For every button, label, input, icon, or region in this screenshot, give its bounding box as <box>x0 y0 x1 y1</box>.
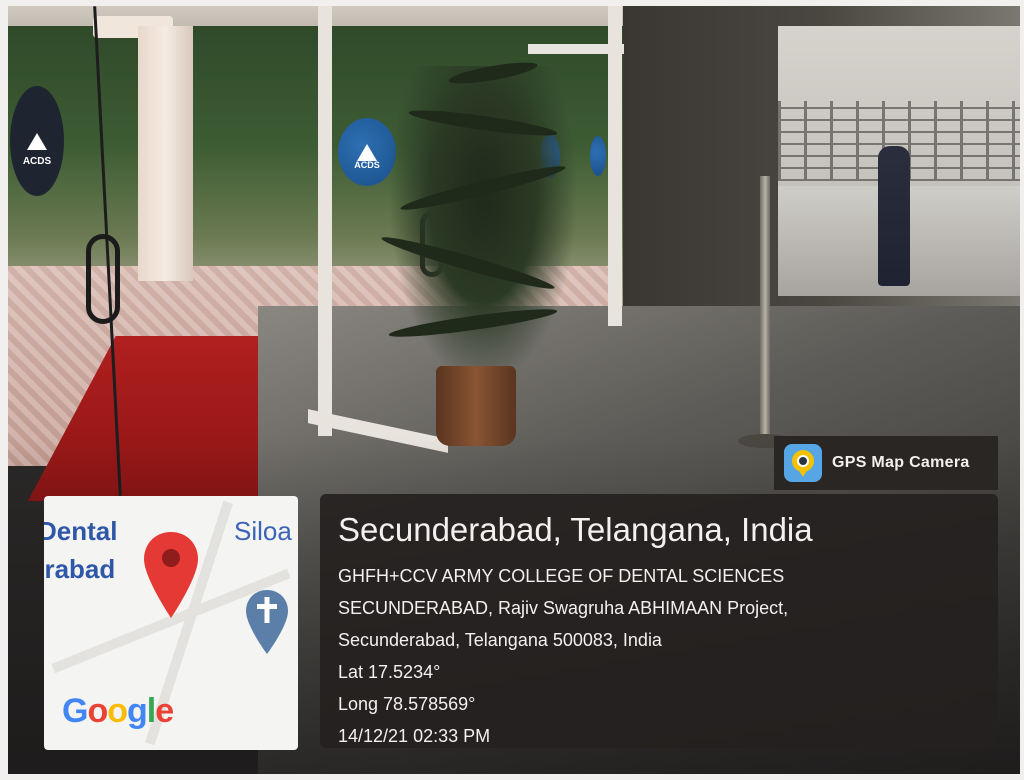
location-info-panel: Secunderabad, Telangana, India GHFH+CCV … <box>320 494 998 748</box>
photo-frame: ACDS ACDS GPS Map Camera Dental rabad Si… <box>8 6 1020 774</box>
queue-pole <box>760 176 770 446</box>
google-logo-letter: o <box>87 692 108 730</box>
plant-pot <box>436 366 516 446</box>
glass-sign-right-text: ACDS <box>354 160 380 170</box>
google-logo-letter: G <box>62 692 88 730</box>
timestamp: 14/12/21 02:33 PM <box>338 726 491 746</box>
glass-sign-left: ACDS <box>10 86 64 196</box>
map-label-siloa: Siloa <box>234 516 292 546</box>
door-frame-left <box>318 6 332 436</box>
person-silhouette <box>878 146 910 286</box>
google-logo-letter: g <box>127 692 148 730</box>
map-thumbnail: Dental erabad Siloa Google <box>44 496 298 750</box>
triangle-icon <box>357 143 377 161</box>
address-line-1: GHFH+CCV ARMY COLLEGE OF DENTAL SCIENCES <box>338 566 785 586</box>
left-door-handle <box>86 234 120 324</box>
pillar <box>138 26 193 281</box>
door-frame-right <box>608 6 622 326</box>
gps-badge-label: GPS Map Camera <box>832 454 970 471</box>
door-frame-top <box>528 44 624 54</box>
map-label-dental: Dental <box>44 516 118 546</box>
gps-icon-core <box>797 455 809 467</box>
church-icon <box>246 590 288 654</box>
google-logo-letter: l <box>146 692 157 730</box>
map-label-erabad: erabad <box>44 554 116 584</box>
location-title: Secunderabad, Telangana, India <box>338 511 813 548</box>
gps-map-camera-badge: GPS Map Camera <box>774 436 998 490</box>
google-logo: Google <box>62 692 174 731</box>
gps-icon-tail <box>798 469 808 477</box>
address-line-3: Secunderabad, Telangana 500083, India <box>338 630 662 650</box>
glass-sign-left-text: ACDS <box>22 156 52 167</box>
map-pin-icon <box>144 532 198 618</box>
triangle-icon <box>27 132 47 150</box>
google-logo-letter: o <box>107 692 128 730</box>
longitude: Long 78.578569° <box>338 694 476 714</box>
glass-sign-small-2 <box>590 136 606 176</box>
google-logo-letter: e <box>155 692 174 730</box>
gps-camera-icon <box>784 444 822 482</box>
latitude: Lat 17.5234° <box>338 662 441 682</box>
address-line-2: SECUNDERABAD, Rajiv Swagruha ABHIMAAN Pr… <box>338 598 789 618</box>
